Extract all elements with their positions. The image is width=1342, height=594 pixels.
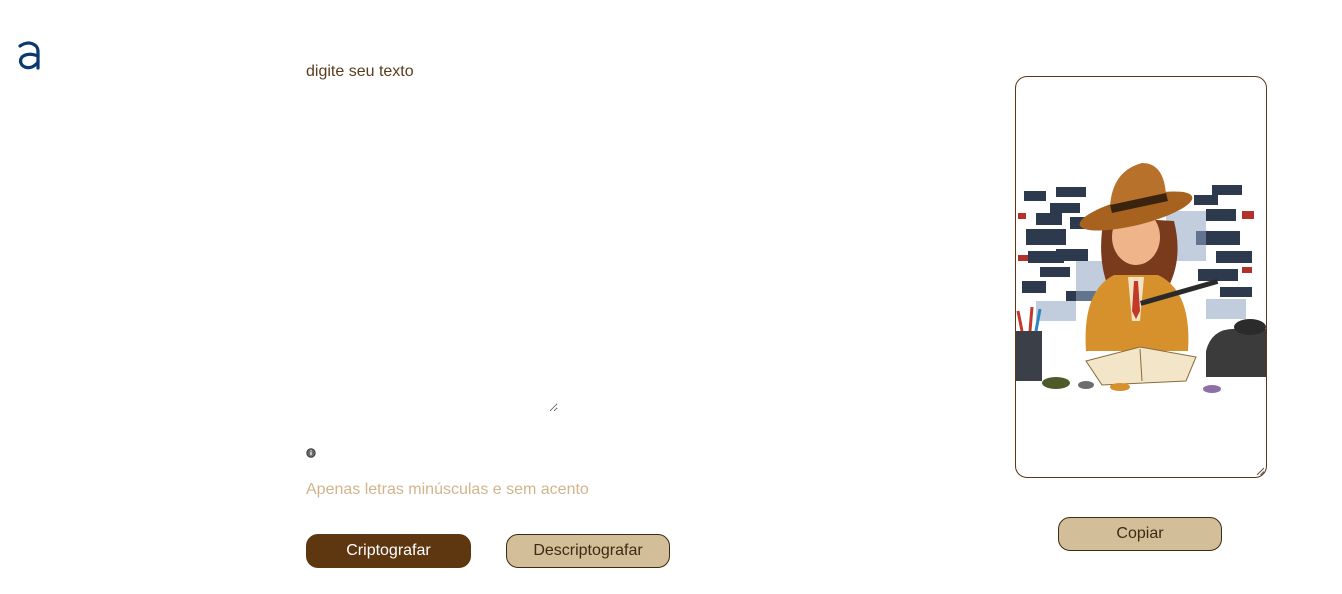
resize-grip-icon[interactable]	[1256, 467, 1264, 475]
info-icon	[306, 448, 316, 458]
encrypt-button[interactable]: Criptografar	[306, 534, 471, 568]
hint-text: Apenas letras minúsculas e sem acento	[306, 481, 589, 498]
copy-button[interactable]: Copiar	[1058, 517, 1222, 551]
alura-logo-icon[interactable]	[16, 38, 42, 72]
detective-illustration	[1016, 163, 1266, 393]
text-input[interactable]	[306, 58, 558, 412]
app-page: Apenas letras minúsculas e sem acento Cr…	[0, 0, 1342, 594]
decrypt-button[interactable]: Descriptografar	[506, 534, 670, 568]
output-panel[interactable]	[1015, 76, 1267, 478]
